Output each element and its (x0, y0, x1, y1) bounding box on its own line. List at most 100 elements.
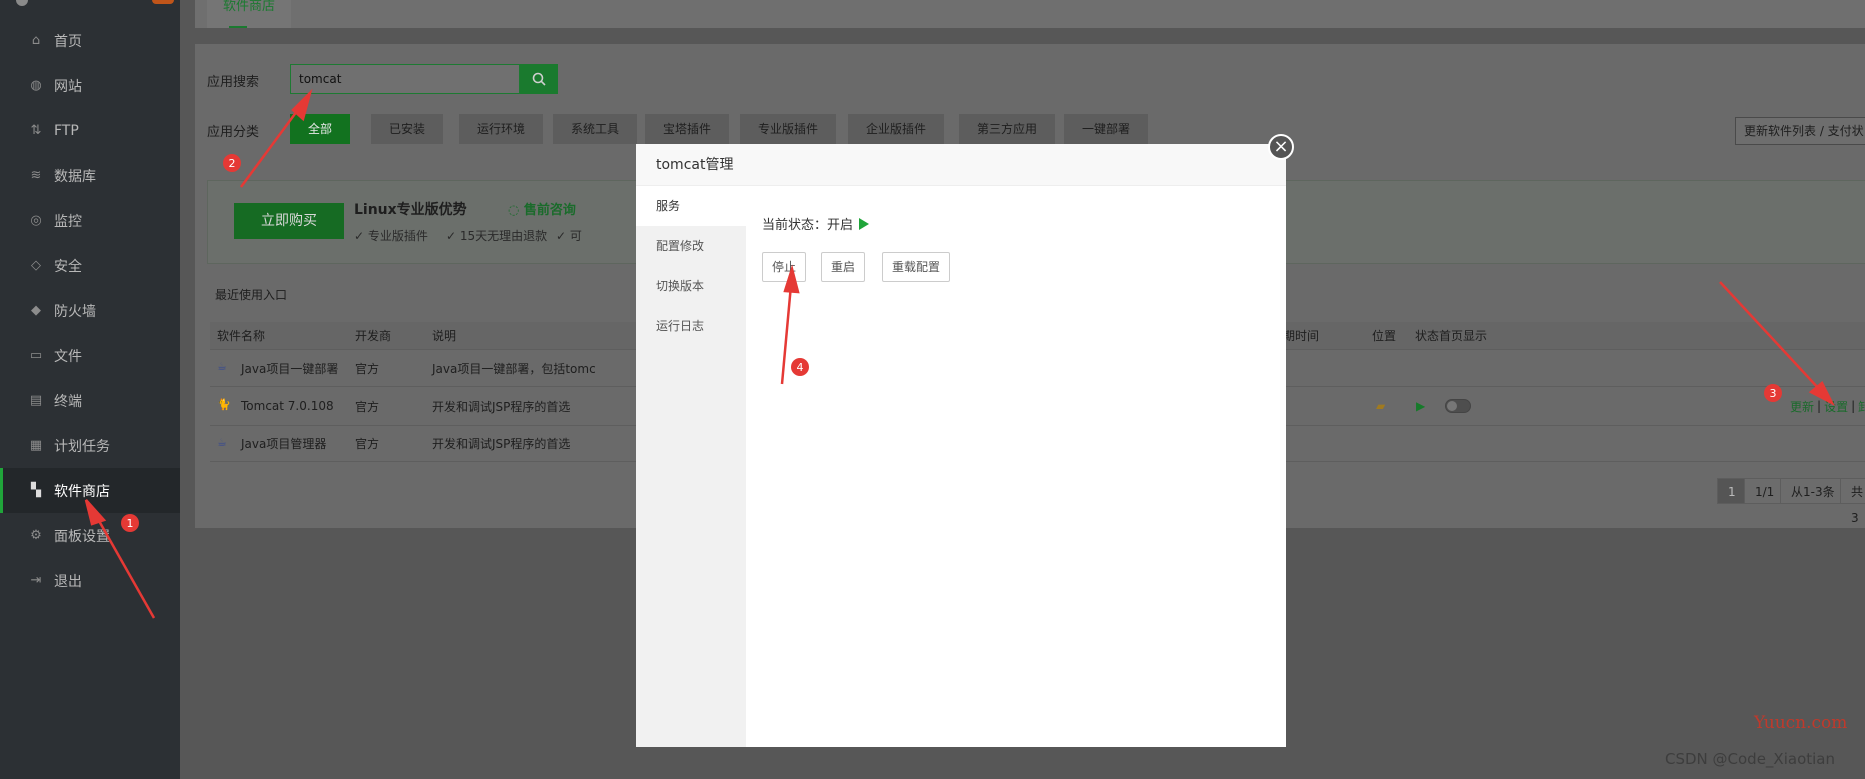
update-link[interactable]: 更新 (1790, 398, 1814, 415)
sidebar-item-label: FTP (54, 122, 79, 139)
pager-current[interactable]: 1 (1717, 478, 1747, 504)
dialog-menu: 服务 配置修改 切换版本 运行日志 (636, 186, 746, 747)
firewall-icon: ◆ (31, 303, 41, 318)
tomcat-icon: 🐈 (217, 398, 231, 411)
sidebar-item-label: 软件商店 (54, 483, 110, 500)
sidebar-item-label: 数据库 (54, 168, 96, 185)
annotation-marker-1: 1 (121, 514, 139, 532)
sidebar-item-label: 终端 (54, 393, 82, 410)
category-third-party[interactable]: 第三方应用 (959, 114, 1056, 144)
watermark-csdn: CSDN @Code_Xiaotian (1665, 750, 1835, 768)
sidebar-item-cron[interactable]: ▦ 计划任务 (0, 423, 180, 468)
grid-icon: ▚ (31, 483, 41, 498)
tab-software-store[interactable]: 软件商店 (207, 0, 292, 28)
category-pro-plugins[interactable]: 专业版插件 (740, 114, 837, 144)
dialog-menu-switch-version[interactable]: 切换版本 (636, 266, 746, 306)
software-name: Tomcat 7.0.108 (241, 399, 334, 413)
sidebar-item-firewall[interactable]: ◆ 防火墙 (0, 288, 180, 333)
col-name: 软件名称 (217, 329, 266, 343)
search-button[interactable] (520, 64, 558, 94)
stop-button[interactable]: 停止 (762, 252, 807, 282)
sidebar-header (0, 0, 180, 18)
presale-consult-label: 售前咨询 (523, 203, 576, 218)
search-icon (532, 72, 546, 86)
sidebar-item-files[interactable]: ▭ 文件 (0, 333, 180, 378)
sidebar-item-label: 安全 (54, 258, 82, 275)
category-bt-plugins[interactable]: 宝塔插件 (645, 114, 730, 144)
logo-icon (16, 0, 28, 6)
description: 开发和调试JSP程序的首选 (432, 437, 571, 451)
category-runtime[interactable]: 运行环境 (459, 114, 544, 144)
sidebar-item-terminal[interactable]: ▤ 终端 (0, 378, 180, 423)
java-icon: ☕ (217, 360, 227, 373)
sidebar-item-label: 监控 (54, 213, 82, 230)
sidebar-item-panel-settings[interactable]: ⚙ 面板设置 (0, 513, 180, 558)
annotation-marker-2: 2 (223, 154, 241, 172)
category-system-tools[interactable]: 系统工具 (553, 114, 638, 144)
home-display-toggle[interactable] (1445, 387, 1471, 425)
dialog-title: tomcat管理 (636, 144, 1286, 186)
annotation-marker-3: 3 (1764, 384, 1782, 402)
calendar-icon: ▦ (29, 438, 43, 453)
buy-now-button[interactable]: 立即购买 (234, 203, 344, 239)
developer: 官方 (355, 437, 380, 451)
col-developer: 开发商 (355, 329, 392, 343)
restart-button[interactable]: 重启 (821, 252, 866, 282)
notification-badge[interactable] (152, 0, 174, 4)
sidebar-item-software-store[interactable]: ▚ 软件商店 (0, 468, 180, 513)
reload-config-button[interactable]: 重载配置 (882, 252, 951, 282)
promo-feature: ✓ 专业版插件 (354, 229, 428, 243)
gear-icon: ⚙ (30, 528, 42, 543)
category-enterprise-plugins[interactable]: 企业版插件 (848, 114, 945, 144)
folder-icon[interactable]: ▰ (1376, 387, 1385, 425)
sidebar-item-home[interactable]: ⌂ 首页 (0, 18, 180, 63)
sidebar-item-label: 首页 (54, 33, 82, 50)
sidebar-item-label: 防火墙 (54, 303, 96, 320)
sidebar-item-ftp[interactable]: ⇅ FTP (0, 108, 180, 153)
chat-icon: ◌ (508, 203, 524, 218)
category-installed[interactable]: 已安装 (371, 114, 444, 144)
sidebar-item-logout[interactable]: ⇥ 退出 (0, 558, 180, 603)
sidebar-item-label: 退出 (54, 573, 82, 590)
pager-range: 从1-3条 (1780, 478, 1846, 504)
sidebar-item-label: 文件 (54, 348, 82, 365)
annotation-marker-4: 4 (791, 358, 809, 376)
close-icon[interactable]: × (1268, 134, 1294, 160)
tomcat-manage-dialog: tomcat管理 服务 配置修改 切换版本 运行日志 当前状态： 开启 停止 重… (636, 144, 1286, 747)
presale-consult-link[interactable]: ◌ 售前咨询 (508, 199, 576, 218)
col-description: 说明 (432, 329, 457, 343)
search-input[interactable]: tomcat (290, 64, 520, 94)
service-status: 当前状态： 开启 (762, 214, 870, 233)
promo-feature: ✓ 15天无理由退款 (446, 229, 548, 243)
home-icon: ⌂ (31, 33, 41, 48)
developer: 官方 (355, 361, 380, 376)
description: Java项目一键部署，包括tomc (432, 361, 596, 376)
sidebar-item-monitor[interactable]: ◎ 监控 (0, 198, 180, 243)
category-all[interactable]: 全部 (290, 114, 351, 144)
col-location: 位置 (1372, 329, 1397, 343)
category-one-click-deploy[interactable]: 一键部署 (1064, 114, 1149, 144)
software-name: Java项目管理器 (241, 437, 327, 451)
promo-feature: ✓ 可 (556, 229, 582, 243)
running-icon (859, 217, 870, 230)
settings-link[interactable]: 设置 (1824, 398, 1848, 415)
sidebar-item-website[interactable]: ◍ 网站 (0, 63, 180, 108)
play-icon[interactable]: ▶ (1416, 387, 1425, 425)
description: 开发和调试JSP程序的首选 (432, 399, 571, 414)
shield-icon: ◇ (31, 258, 41, 273)
search-label: 应用搜索 (207, 75, 260, 90)
java-icon: ☕ (217, 435, 227, 449)
update-software-list-button[interactable]: 更新软件列表 / 支付状 (1735, 117, 1865, 145)
uninstall-link[interactable]: 卸 (1858, 398, 1865, 415)
sidebar-item-database[interactable]: ≋ 数据库 (0, 153, 180, 198)
promo-title: Linux专业版优势 (354, 202, 467, 218)
sidebar-item-label: 网站 (54, 78, 82, 95)
pager-total: 共3 (1840, 478, 1865, 525)
ftp-icon: ⇅ (30, 123, 42, 138)
dialog-menu-run-log[interactable]: 运行日志 (636, 306, 746, 346)
dialog-menu-config[interactable]: 配置修改 (636, 226, 746, 266)
sidebar-item-label: 面板设置 (54, 528, 110, 545)
dialog-menu-service[interactable]: 服务 (636, 186, 746, 226)
sidebar-item-security[interactable]: ◇ 安全 (0, 243, 180, 288)
software-name: Java项目一键部署 (241, 361, 339, 376)
